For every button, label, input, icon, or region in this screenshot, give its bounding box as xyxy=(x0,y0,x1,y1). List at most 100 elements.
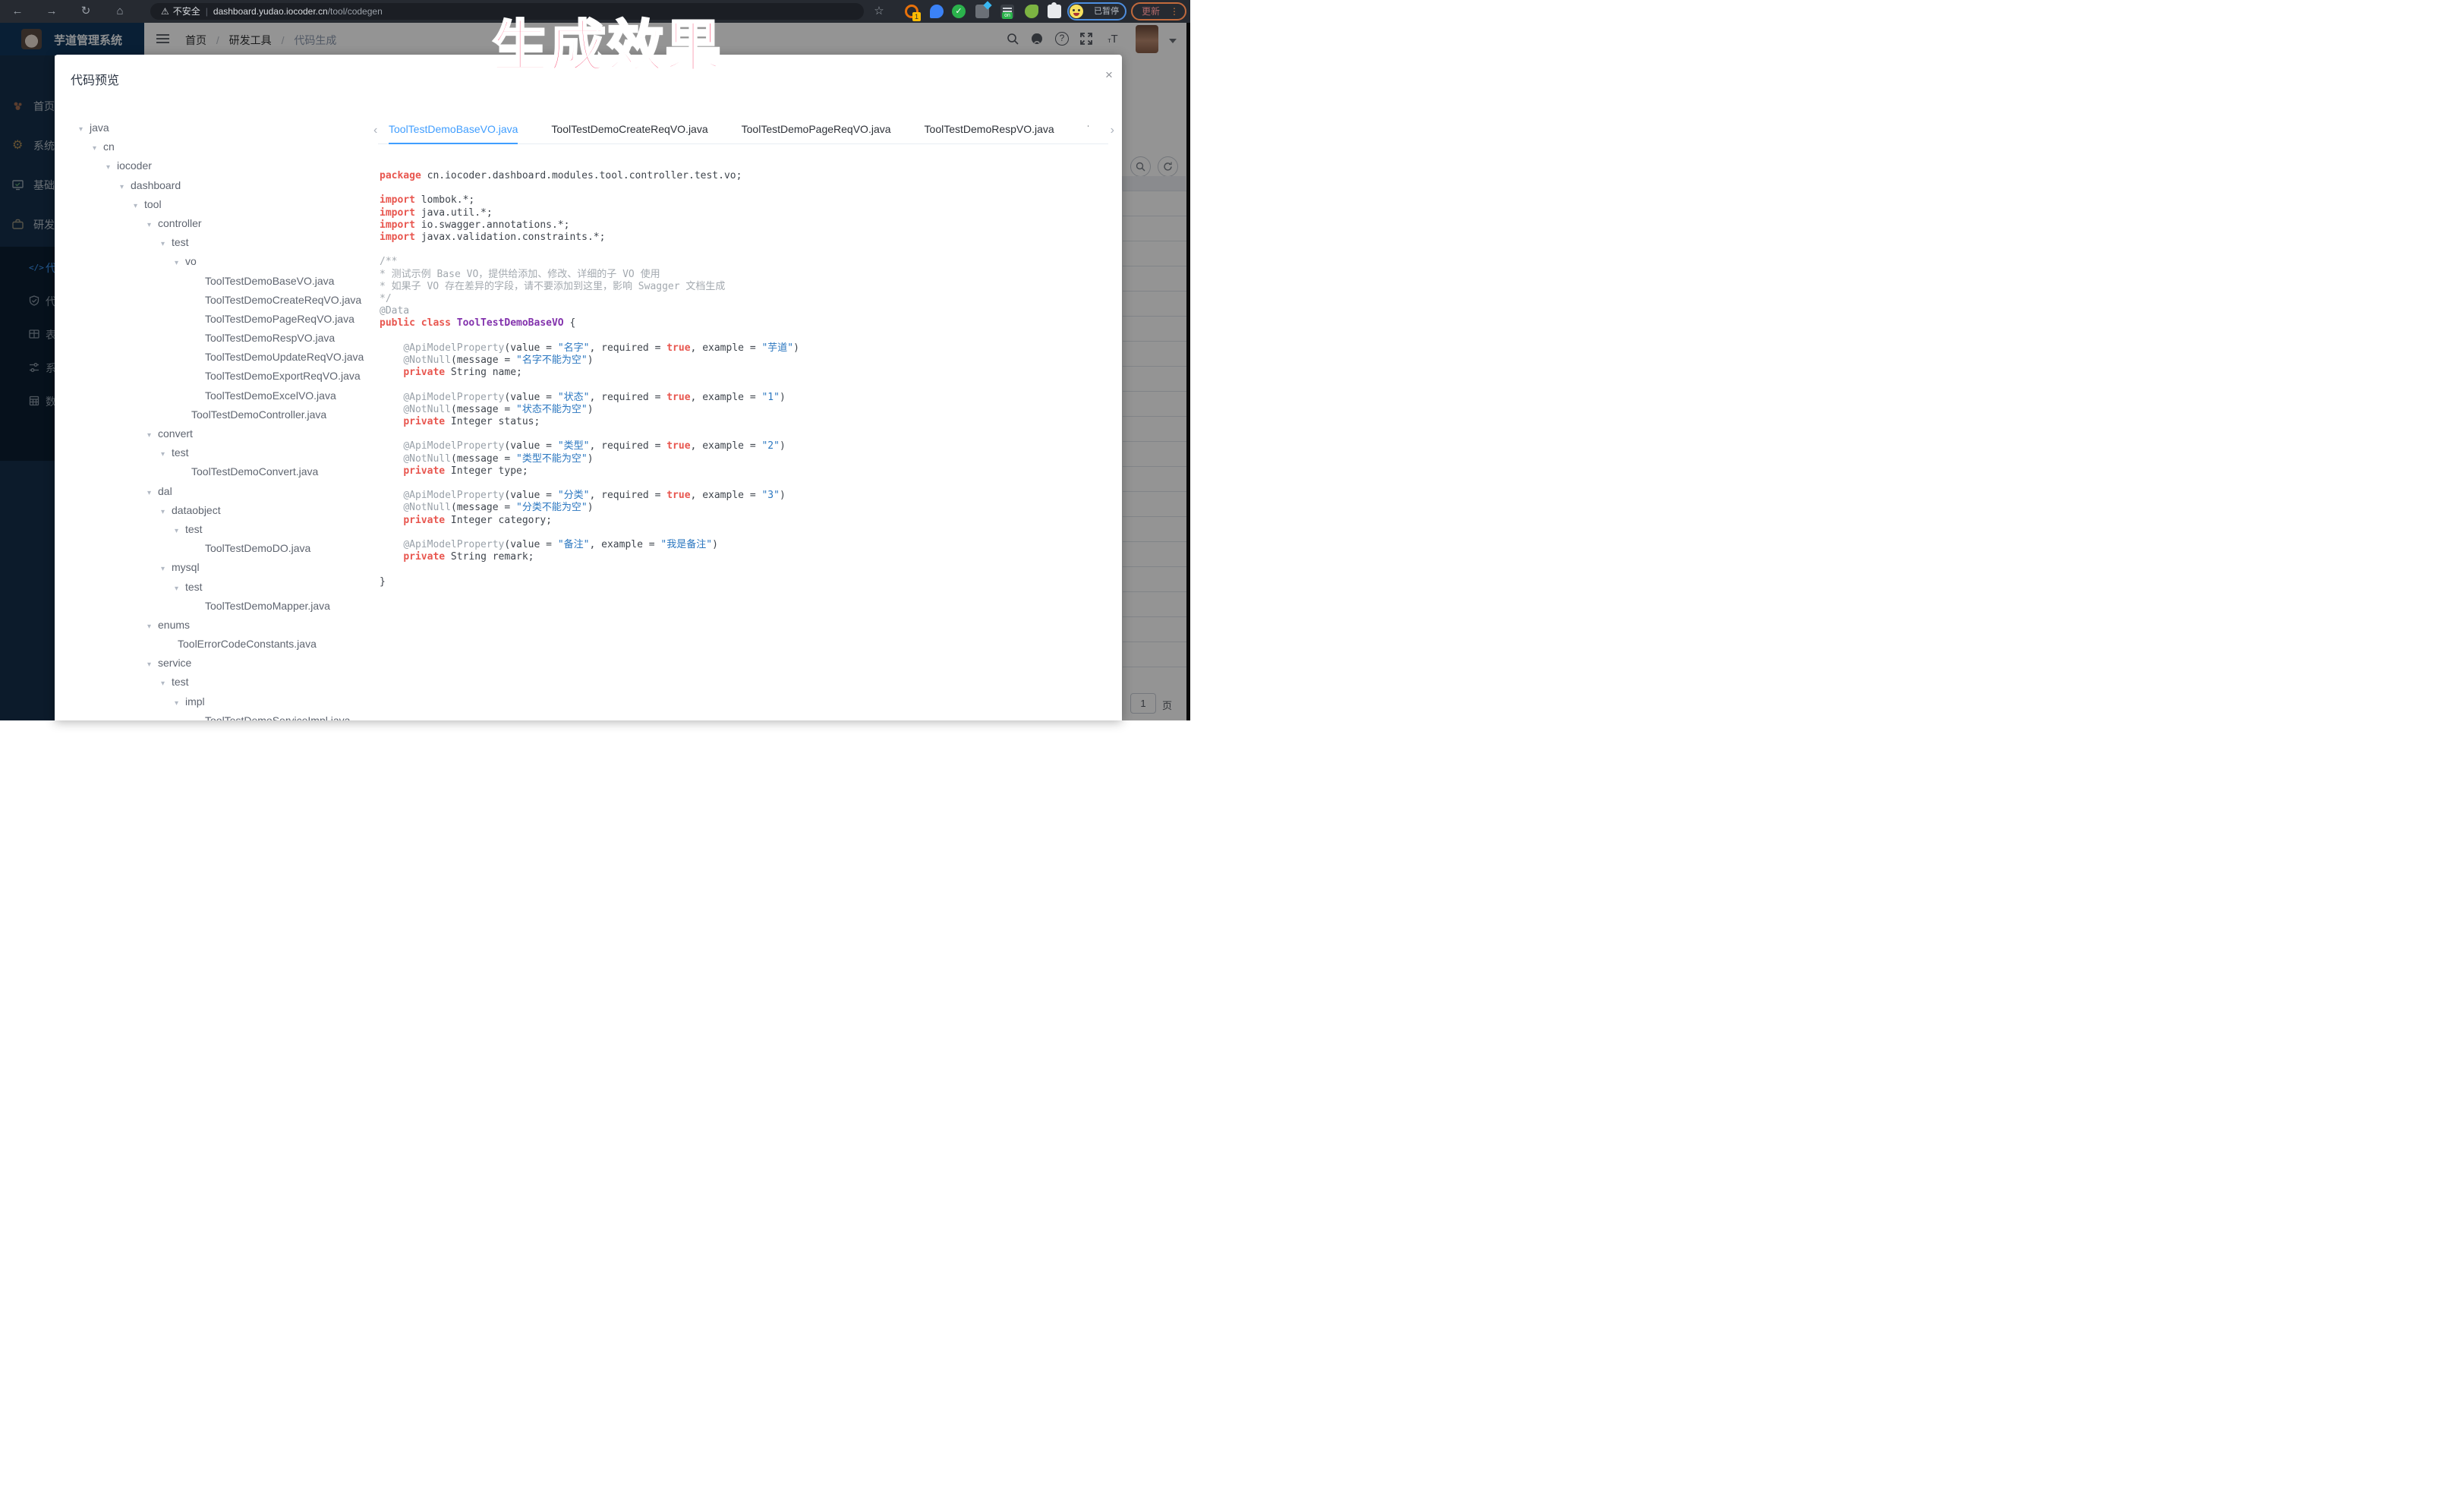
code-line: @NotNull(message = "状态不能为空") xyxy=(380,404,1113,416)
tree-caret-icon[interactable]: ▾ xyxy=(79,120,90,139)
tree-caret-icon[interactable]: ▾ xyxy=(161,503,172,522)
tab-file[interactable]: ToolTestDemoBaseVO.java xyxy=(389,120,518,144)
tree-file-node[interactable]: ToolTestDemoConvert.java xyxy=(73,462,373,481)
extension-squares-icon[interactable] xyxy=(975,5,989,18)
extension-green-check-icon[interactable]: ✓ xyxy=(952,5,966,18)
tree-caret-icon[interactable]: ▾ xyxy=(175,579,185,598)
browser-reload-icon[interactable]: ↻ xyxy=(76,0,96,23)
extension-on-badge: on xyxy=(1002,12,1013,19)
tabs-scroll-right-icon[interactable]: › xyxy=(1111,124,1114,137)
tree-caret-icon[interactable]: ▾ xyxy=(161,445,172,464)
tree-file-node[interactable]: ToolErrorCodeConstants.java xyxy=(73,635,373,654)
extensions-puzzle-icon[interactable] xyxy=(1048,5,1061,18)
tree-caret-icon[interactable]: ▾ xyxy=(161,674,172,693)
tab-file[interactable]: ToolTestDemoRespVO.java xyxy=(925,120,1054,144)
tree-folder-node[interactable]: ▾vo xyxy=(73,252,373,271)
tree-folder-node[interactable]: ▾test xyxy=(73,520,373,539)
code-line: @NotNull(message = "类型不能为空") xyxy=(380,453,1113,465)
browser-home-icon[interactable]: ⌂ xyxy=(110,0,130,23)
browser-update-button[interactable]: 更新 ⋮ xyxy=(1131,2,1186,20)
tree-caret-icon[interactable]: ▾ xyxy=(93,139,103,158)
annotation-text: 生成效果 xyxy=(492,2,723,83)
code-line: private Integer category; xyxy=(380,515,1113,527)
code-line xyxy=(380,478,1113,490)
code-line xyxy=(380,379,1113,391)
tree-caret-icon[interactable]: ▾ xyxy=(147,216,158,235)
tree-caret-icon[interactable]: ▾ xyxy=(161,235,172,254)
tree-folder-node[interactable]: ▾iocoder xyxy=(73,156,373,175)
browser-scrollbar-strip[interactable] xyxy=(1186,23,1190,720)
extension-plant-icon[interactable] xyxy=(1025,5,1038,18)
tree-folder-node[interactable]: ▾test xyxy=(73,578,373,597)
security-label[interactable]: 不安全 xyxy=(173,6,200,17)
tree-file-node[interactable]: ToolTestDemoPageReqVO.java xyxy=(73,310,373,329)
tree-node-label: mysql xyxy=(172,561,200,573)
tree-caret-icon[interactable]: ▾ xyxy=(134,197,144,216)
tree-node-label: test xyxy=(185,581,203,593)
tab-file[interactable]: ToolTe xyxy=(1088,120,1089,144)
tree-folder-node[interactable]: ▾mysql xyxy=(73,558,373,577)
tree-file-node[interactable]: ToolTestDemoCreateReqVO.java xyxy=(73,291,373,310)
tab-file[interactable]: ToolTestDemoCreateReqVO.java xyxy=(551,120,707,144)
tree-folder-node[interactable]: ▾service xyxy=(73,654,373,673)
tree-node-label: test xyxy=(172,676,189,688)
close-icon[interactable]: × xyxy=(1102,68,1116,82)
tree-folder-node[interactable]: ▾enums xyxy=(73,616,373,635)
tree-file-node[interactable]: ToolTestDemoExportReqVO.java xyxy=(73,367,373,386)
extension-list-icon[interactable]: on xyxy=(1000,5,1014,18)
tree-folder-node[interactable]: ▾impl xyxy=(73,692,373,711)
tree-caret-icon[interactable]: ▾ xyxy=(106,158,117,177)
browser-back-icon[interactable]: ← xyxy=(8,0,27,23)
browser-forward-icon[interactable]: → xyxy=(42,0,61,23)
extension-orange-icon[interactable]: 1 xyxy=(905,5,918,18)
tree-caret-icon[interactable]: ▾ xyxy=(175,254,185,273)
tree-caret-icon[interactable]: ▾ xyxy=(120,178,131,197)
bookmark-star-icon[interactable]: ☆ xyxy=(869,0,889,23)
tree-folder-node[interactable]: ▾test xyxy=(73,233,373,252)
code-preview-dialog: 代码预览 × ▾java▾cn▾iocoder▾dashboard▾tool▾c… xyxy=(55,55,1122,720)
tree-node-label: iocoder xyxy=(117,159,152,172)
tree-folder-node[interactable]: ▾tool xyxy=(73,195,373,214)
tree-caret-icon[interactable]: ▾ xyxy=(175,694,185,713)
browser-menu-kebab-icon[interactable]: ⋮ xyxy=(1170,4,1179,19)
code-viewer[interactable]: package cn.iocoder.dashboard.modules.too… xyxy=(380,170,1113,720)
tree-folder-node[interactable]: ▾java xyxy=(73,118,373,137)
code-line: private String name; xyxy=(380,367,1113,379)
tree-folder-node[interactable]: ▾controller xyxy=(73,214,373,233)
tree-folder-node[interactable]: ▾convert xyxy=(73,424,373,443)
profile-status-label: 已暂停 xyxy=(1094,7,1119,16)
tree-file-node[interactable]: ToolTestDemoRespVO.java xyxy=(73,329,373,348)
tree-folder-node[interactable]: ▾test xyxy=(73,673,373,692)
browser-profile-chip[interactable]: 已暂停 xyxy=(1067,2,1126,20)
tree-file-node[interactable]: ToolTestDemoBaseVO.java xyxy=(73,272,373,291)
tab-file[interactable]: ToolTestDemoPageReqVO.java xyxy=(742,120,891,144)
code-line: /** xyxy=(380,256,1113,268)
tree-folder-node[interactable]: ▾dashboard xyxy=(73,176,373,195)
url-host: dashboard.yudao.iocoder.cn xyxy=(213,6,328,17)
tree-file-node[interactable]: ToolTestDemoDO.java xyxy=(73,539,373,558)
file-tree: ▾java▾cn▾iocoder▾dashboard▾tool▾controll… xyxy=(73,118,373,720)
extension-blue-pin-icon[interactable] xyxy=(930,5,944,18)
code-line: @NotNull(message = "名字不能为空") xyxy=(380,355,1113,367)
tree-file-node[interactable]: ToolTestDemoMapper.java xyxy=(73,597,373,616)
tree-file-node[interactable]: ToolTestDemoUpdateReqVO.java xyxy=(73,348,373,367)
code-line: @Data xyxy=(380,305,1113,317)
tree-file-node[interactable]: ToolTestDemoExcelVO.java xyxy=(73,386,373,405)
tree-caret-icon[interactable]: ▾ xyxy=(147,655,158,674)
tree-folder-node[interactable]: ▾dataobject xyxy=(73,501,373,520)
tree-folder-node[interactable]: ▾dal xyxy=(73,482,373,501)
tree-caret-icon[interactable]: ▾ xyxy=(147,426,158,445)
tree-file-node[interactable]: ToolTestDemoServiceImpl.java xyxy=(73,711,373,720)
tree-file-node[interactable]: ToolTestDemoController.java xyxy=(73,405,373,424)
tabs-scroll-left-icon[interactable]: ‹ xyxy=(373,124,377,137)
tree-folder-node[interactable]: ▾cn xyxy=(73,137,373,156)
tree-caret-icon[interactable]: ▾ xyxy=(175,522,185,541)
code-line: public class ToolTestDemoBaseVO { xyxy=(380,317,1113,329)
tree-node-label: ToolTestDemoExcelVO.java xyxy=(205,389,336,402)
tree-node-label: enums xyxy=(158,619,190,631)
tree-caret-icon[interactable]: ▾ xyxy=(147,484,158,503)
tree-folder-node[interactable]: ▾test xyxy=(73,443,373,462)
tree-caret-icon[interactable]: ▾ xyxy=(161,560,172,578)
tree-node-label: ToolErrorCodeConstants.java xyxy=(178,638,317,650)
tree-caret-icon[interactable]: ▾ xyxy=(147,617,158,636)
